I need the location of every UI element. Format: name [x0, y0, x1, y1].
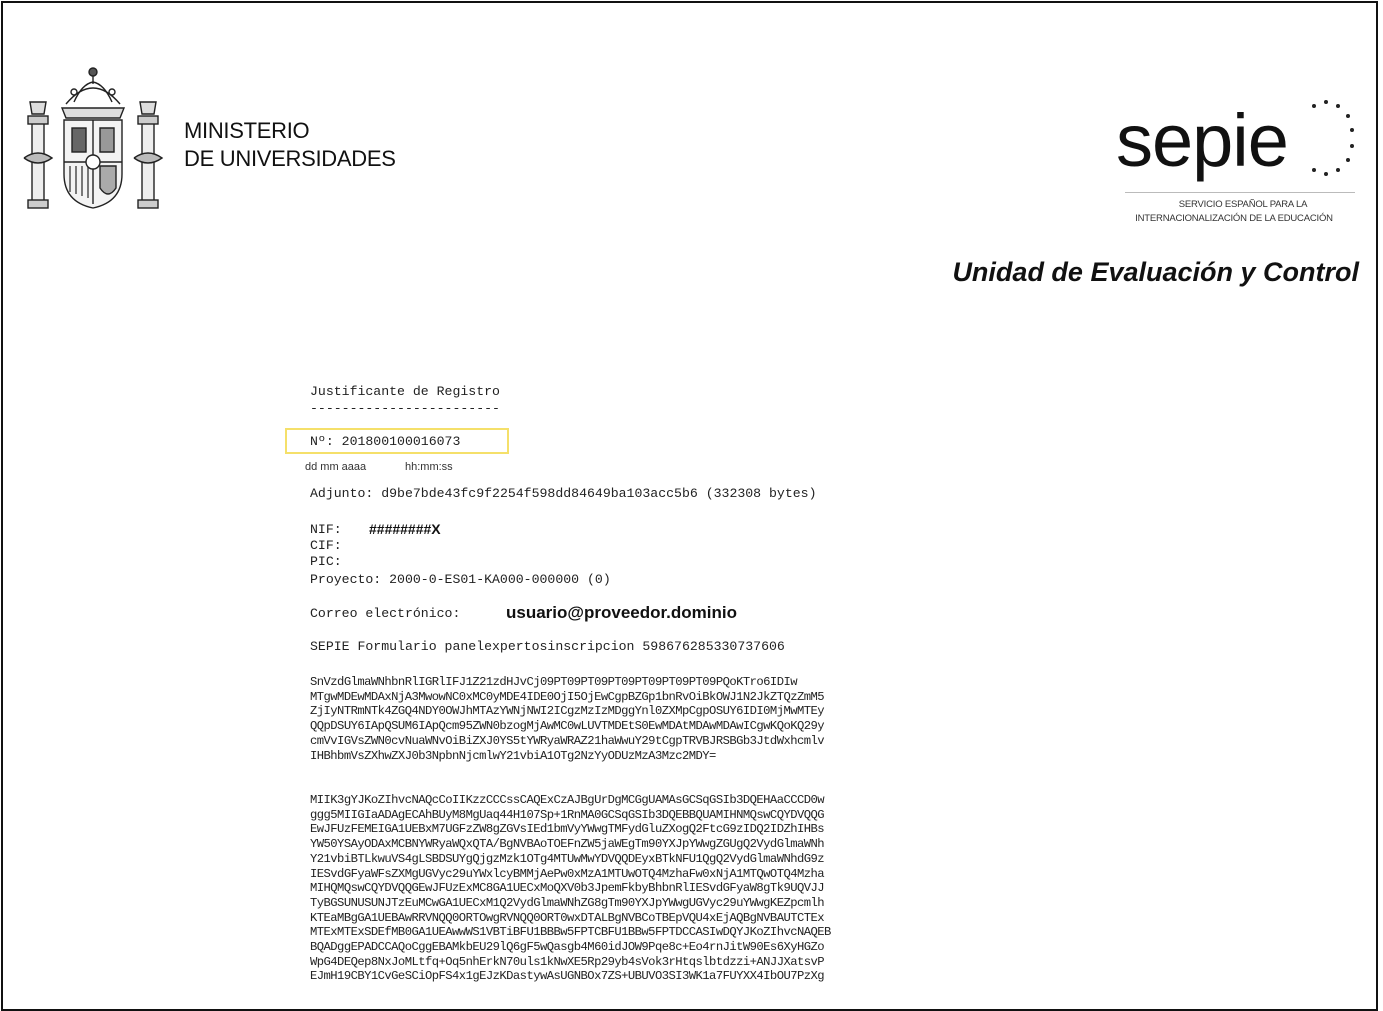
base64-line: IESvdGFyaWFsZXMgUGVyc29uYWxlcyBMMjAePw0x… — [310, 866, 825, 881]
base64-line: QQpDSUY6IApQSUM6IApQcm95ZWN0bzogMjAwMC0w… — [310, 719, 825, 734]
form-line: SEPIE Formulario panelexpertosinscripcio… — [310, 639, 785, 654]
registration-number-value: 201800100016073 — [341, 434, 461, 449]
base64-line: cmVvIGVsZWN0cvNuaWNvOiBiZXJ0YS5tYWRyaWRA… — [310, 733, 825, 748]
time-placeholder: hh:mm:ss — [405, 461, 453, 473]
cif-label: CIF: — [310, 538, 342, 553]
base64-line: ggg5MIIGIaADAgECAhBUyM8MgUaq44H107Sp+1Rn… — [310, 807, 825, 822]
base64-line: EwJFUzFEMEIGA1UEBxM7UGFzZW8gZGVsIEd1bmVy… — [310, 822, 825, 837]
sepie-subtitle-line-2: INTERNACIONALIZACIÓN DE LA EDUCACIÓN — [1135, 213, 1333, 224]
nif-value: ########X — [369, 521, 441, 537]
project-value: 2000-0-ES01-KA000-000000 (0) — [389, 572, 611, 587]
nif-label: NIF: — [310, 522, 342, 537]
base64-line: MTgwMDEwMDAxNjA3MwowNC0xMC0yMDE4IDE0OjI5… — [310, 689, 825, 704]
ministry-line-1: MINISTERIO — [184, 118, 310, 143]
sepie-logo-text: sepie — [1116, 99, 1289, 182]
attachment-label: Adjunto: — [310, 486, 382, 501]
registration-number-label: Nº: — [310, 434, 342, 449]
base64-line: WpG4DEQep8NxJoMLtfq+Oq5nhErkN70uls1kNwXE… — [310, 954, 825, 969]
project-line: Proyecto: 2000-0-ES01-KA000-000000 (0) — [310, 572, 611, 588]
base64-line: ZjIyNTRmNTk4ZGQ4NDY0OWJhMTAzYWNjNWI2ICgz… — [310, 704, 825, 719]
base64-line: YW50YSAyODAxMCBNYWRyaWQxQTA/BgNVBAoTOEFn… — [310, 837, 825, 852]
ministry-line-2: DE UNIVERSIDADES — [184, 146, 396, 171]
email-label: Correo electrónico: — [310, 606, 461, 621]
attachment-line: Adjunto: d9be7bde43fc9f2254f598dd84649ba… — [310, 486, 817, 502]
date-placeholder: dd mm aaaa — [305, 461, 367, 473]
receipt-title: Justificante de Registro — [310, 384, 500, 399]
ministry-name: MINISTERIO DE UNIVERSIDADES — [184, 117, 396, 173]
base64-line: MIIK3gYJKoZIhvcNAQcCoIIKzzCCCssCAQExCzAJ… — [310, 793, 825, 807]
project-label: Proyecto: — [310, 572, 390, 587]
base64-block-1: SnVzdGlmaWNhbnRlIGRlIFJ1Z21zdHJvCj09PT09… — [310, 675, 825, 763]
base64-block-2: MIIK3gYJKoZIhvcNAQcCoIIKzzCCCssCAQExCzAJ… — [310, 793, 831, 984]
sepie-logo-subtitle: SERVICIO ESPAÑOL PARA LA INTERNACIONALIZ… — [1109, 198, 1359, 226]
registration-number: Nº: 201800100016073 — [310, 434, 460, 450]
email-value: usuario@proveedor.dominio — [506, 603, 737, 622]
sepie-subtitle-line-1: SERVICIO ESPAÑOL PARA LA — [1178, 199, 1308, 210]
base64-line: MIHQMQswCQYDVQQGEwJFUzExMC8GA1UECxMoQXV0… — [310, 881, 825, 896]
base64-line: TyBGSUNUSUNJTzEuMCwGA1UECxM1Q2VydGlmaWNh… — [310, 895, 825, 910]
attachment-value: d9be7bde43fc9f2254f598dd84649ba103acc5b6… — [381, 486, 817, 501]
unit-title: Unidad de Evaluación y Control — [952, 257, 1359, 287]
pic-label: PIC: — [310, 554, 342, 569]
base64-line: MTExMTExSDEfMB0GA1UEAwwWS1VBTiBFU1BBBw5F… — [310, 925, 831, 940]
base64-line: SnVzdGlmaWNhbnRlIGRlIFJ1Z21zdHJvCj09PT09… — [310, 675, 798, 689]
base64-line: IHBhbmVsZXhwZXJ0b3NpbnNjcmlwY21vbiA1OTg2… — [310, 748, 716, 763]
base64-line: Y21vbiBTLkwuVS4gLSBDSUYgQjgzMzk1OTg4MTUw… — [310, 851, 825, 866]
base64-line: EJmH19CBY1CvGeSCiOpFS4x1gEJzKDastywAsUGN… — [310, 969, 825, 984]
base64-line: BQADggEPADCCAQoCggEBAMkbEU29lQ6gF5wQasgb… — [310, 940, 825, 955]
base64-line: KTEaMBgGA1UEBAwRRVNQQ0ORTOwgRVNQQ0ORT0wx… — [310, 910, 825, 925]
sepie-divider — [1125, 192, 1355, 193]
spain-coat-of-arms-icon — [23, 67, 164, 209]
receipt-title-underline: ------------------------ — [310, 401, 500, 416]
